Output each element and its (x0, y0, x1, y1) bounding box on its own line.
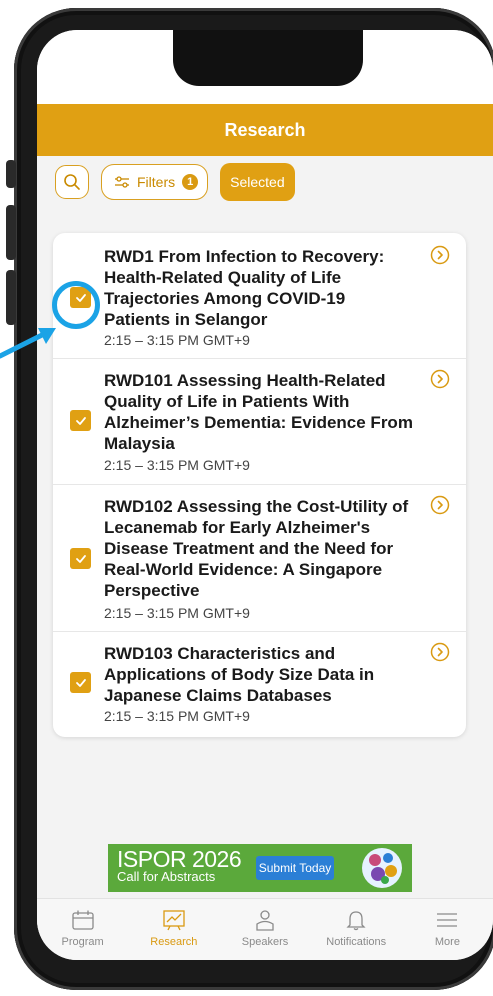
tab-label: Speakers (241, 936, 289, 948)
phone-side-button (6, 270, 16, 325)
session-time: 2:15 – 3:15 PM GMT+9 (104, 332, 250, 348)
app-screen: Research Filters 1 Selected RWD1 From In… (37, 30, 493, 960)
session-time: 2:15 – 3:15 PM GMT+9 (104, 708, 250, 724)
tab-label: Research (150, 936, 198, 948)
selected-toggle-button[interactable]: Selected (220, 163, 295, 201)
filters-label: Filters (137, 174, 176, 190)
filters-button[interactable]: Filters 1 (101, 164, 209, 200)
chevron-right-circle-icon[interactable] (430, 245, 450, 265)
menu-icon (437, 913, 458, 927)
session-checkbox[interactable] (70, 410, 91, 431)
globe-icon (362, 848, 402, 888)
page-title: Research (224, 119, 306, 140)
session-checkbox[interactable] (70, 672, 91, 693)
toolbar: Filters 1 Selected (55, 163, 295, 201)
checkmark-icon (75, 416, 86, 425)
session-time: 2:15 – 3:15 PM GMT+9 (104, 457, 250, 473)
tab-program[interactable]: Program (37, 899, 128, 960)
session-time: 2:15 – 3:15 PM GMT+9 (104, 605, 250, 621)
session-row[interactable]: RWD102 Assessing the Cost-Utility of Lec… (53, 484, 466, 632)
chevron-right-circle-icon[interactable] (430, 642, 450, 662)
phone-side-button (6, 160, 16, 188)
session-list: RWD1 From Infection to Recovery: Health-… (53, 233, 466, 737)
banner-title: ISPOR 2026 (117, 846, 242, 872)
search-icon (64, 174, 80, 190)
chevron-right-circle-icon[interactable] (430, 369, 450, 389)
calendar-icon (71, 910, 94, 930)
tab-label: Notifications (326, 936, 387, 948)
highlight-ring (52, 281, 100, 329)
session-title: RWD102 Assessing the Cost-Utility of Lec… (104, 497, 409, 600)
bottom-tab-bar: Program Research Speakers Notifications … (37, 898, 493, 960)
phone-notch (173, 30, 363, 86)
filters-count-badge: 1 (182, 174, 199, 190)
page-header: Research (37, 104, 493, 156)
tab-notifications[interactable]: Notifications (311, 899, 402, 960)
chart-icon (163, 910, 185, 931)
banner-text: ISPOR 2026 Call for Abstracts (117, 846, 242, 886)
person-icon (256, 910, 274, 931)
search-button[interactable] (55, 165, 89, 199)
session-title: RWD1 From Infection to Recovery: Health-… (104, 247, 385, 329)
session-checkbox[interactable] (70, 548, 91, 569)
session-title: RWD101 Assessing Health-Related Quality … (104, 371, 413, 453)
checkmark-icon (75, 554, 86, 563)
session-row[interactable]: RWD101 Assessing Health-Related Quality … (53, 358, 466, 485)
bell-icon (346, 911, 366, 931)
session-row[interactable]: RWD103 Characteristics and Applications … (53, 631, 466, 737)
tab-label: More (434, 936, 460, 948)
session-row[interactable]: RWD1 From Infection to Recovery: Health-… (53, 233, 466, 359)
session-title: RWD103 Characteristics and Applications … (104, 644, 375, 705)
tab-label: Program (61, 936, 104, 948)
tab-speakers[interactable]: Speakers (219, 899, 310, 960)
checkmark-icon (75, 678, 86, 687)
submit-today-button[interactable]: Submit Today (256, 856, 334, 880)
phone-side-button (6, 205, 16, 260)
tab-research[interactable]: Research (128, 899, 219, 960)
chevron-right-circle-icon[interactable] (430, 495, 450, 515)
ad-banner[interactable]: ISPOR 2026 Call for Abstracts Submit Tod… (108, 844, 412, 892)
sliders-icon (115, 176, 129, 188)
tab-more[interactable]: More (402, 899, 493, 960)
